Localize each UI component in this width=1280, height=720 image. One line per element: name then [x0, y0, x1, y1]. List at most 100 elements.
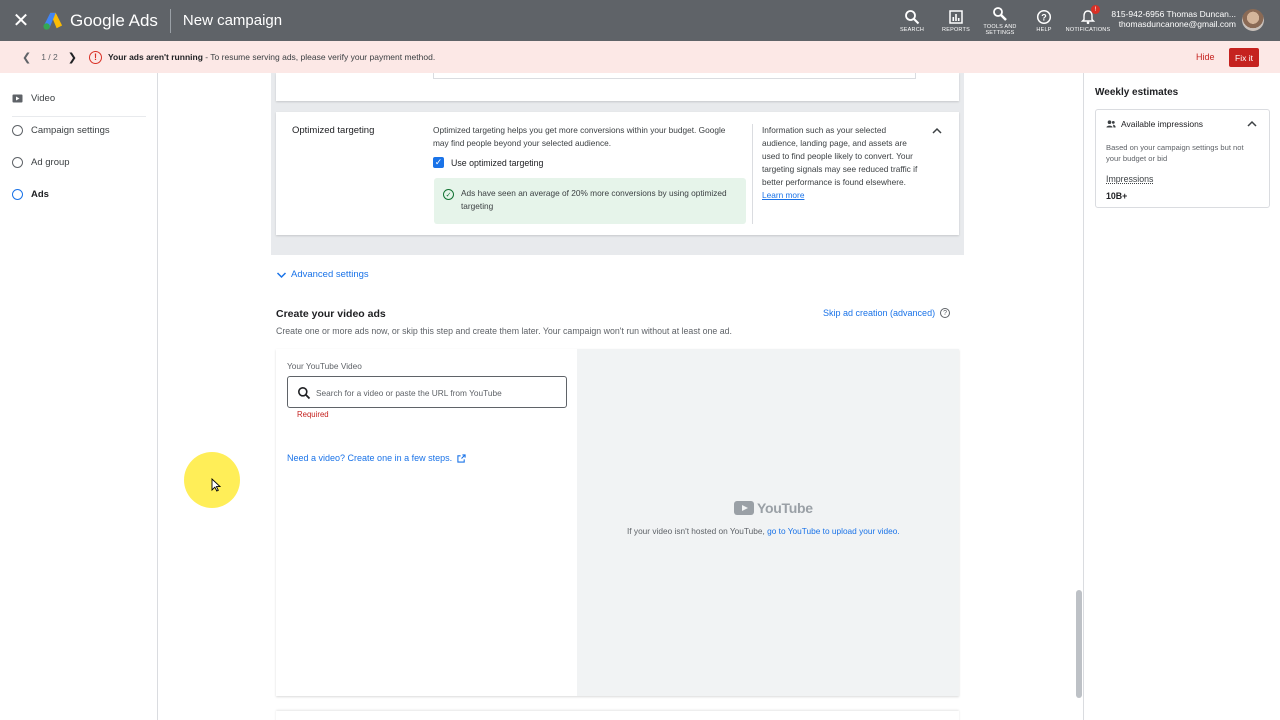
fix-it-button[interactable]: Fix it: [1229, 48, 1259, 67]
reports-button[interactable]: REPORTS: [934, 0, 978, 41]
skip-ad-creation-label: Skip ad creation (advanced): [823, 308, 936, 318]
nav-item-campaign-settings[interactable]: Campaign settings: [12, 125, 110, 136]
error-icon: !: [88, 50, 102, 64]
step-radio: [12, 125, 23, 136]
create-video-label: Need a video? Create one in a few steps.: [287, 453, 453, 463]
upload-to-youtube-link[interactable]: go to YouTube to upload your video.: [767, 526, 900, 536]
nav-item-ad-group[interactable]: Ad group: [12, 157, 70, 168]
tools-label: TOOLS AND SETTINGS: [983, 23, 1017, 36]
chevron-right-icon[interactable]: ❯: [68, 51, 77, 64]
main-scrollbar[interactable]: [1076, 590, 1082, 698]
avatar[interactable]: [1242, 9, 1264, 31]
header-divider: [169, 8, 171, 33]
header-actions: SEARCH REPORTS TOOLS AND SETTINGS ? HELP…: [890, 0, 1110, 41]
reports-label: REPORTS: [942, 26, 970, 33]
notifications-button[interactable]: ! NOTIFICATIONS: [1066, 0, 1110, 41]
cursor-icon: [211, 478, 221, 492]
optimized-targeting-checkbox[interactable]: ✓ Use optimized targeting: [433, 157, 543, 168]
alert-message: Your ads aren't running - To resume serv…: [108, 52, 435, 62]
learn-more-link[interactable]: Learn more: [762, 190, 804, 200]
impressions-label: Impressions: [1106, 174, 1154, 184]
optimized-targeting-card: Optimized targeting Optimized targeting …: [276, 112, 959, 235]
youtube-play-icon: [734, 501, 754, 515]
alert-bar: ❮ 1 / 2 ❯ ! Your ads aren't running - To…: [0, 41, 1280, 73]
required-error: Required: [297, 410, 329, 419]
top-header: ✕ Google Ads New campaign SEARCH REPORTS…: [0, 0, 1280, 41]
svg-text:?: ?: [1041, 12, 1047, 22]
left-nav: Video Campaign settings Ad group Ads: [0, 73, 158, 720]
brand-name: Google Ads: [70, 10, 158, 30]
checkmark-icon[interactable]: ✓: [433, 157, 444, 168]
available-impressions-card: Available impressions Based on your camp…: [1095, 109, 1270, 208]
create-video-ads-description: Create one or more ads now, or skip this…: [276, 326, 732, 336]
chevron-up-icon[interactable]: [931, 125, 943, 137]
hide-button[interactable]: Hide: [1196, 52, 1215, 62]
step-radio: [12, 157, 23, 168]
conversion-note-text: Ads have seen an average of 20% more con…: [461, 188, 727, 211]
youtube-upload-note-text: If your video isn't hosted on YouTube,: [627, 526, 768, 536]
estimates-panel: Weekly estimates Available impressions B…: [1083, 73, 1280, 720]
chevron-up-icon[interactable]: [1246, 119, 1258, 129]
nav-item-video[interactable]: Video: [12, 93, 55, 104]
alert-pager-count: 1 / 2: [41, 52, 58, 62]
create-video-link[interactable]: Need a video? Create one in a few steps.: [287, 453, 466, 463]
search-icon: [298, 387, 311, 400]
wrench-icon: [993, 6, 1007, 21]
info-divider: [752, 124, 753, 224]
search-label: SEARCH: [899, 26, 925, 33]
info-text: Information such as your selected audien…: [762, 125, 918, 187]
search-button[interactable]: SEARCH: [890, 0, 934, 41]
youtube-upload-note: If your video isn't hosted on YouTube, g…: [627, 526, 900, 536]
available-impressions-label: Available impressions: [1121, 119, 1204, 129]
youtube-video-search[interactable]: [287, 376, 567, 408]
alert-message-detail: - To resume serving ads, please verify y…: [202, 52, 436, 62]
next-card-edge: [276, 711, 959, 720]
notification-badge: !: [1091, 5, 1100, 14]
step-radio-active: [12, 189, 23, 200]
main-content: Optimized targeting Optimized targeting …: [158, 73, 1083, 720]
nav-item-label: Campaign settings: [31, 125, 110, 136]
youtube-video-search-input[interactable]: [316, 385, 556, 401]
available-impressions-header[interactable]: Available impressions: [1106, 119, 1203, 129]
account-email: thomasduncanone@gmail.com: [1118, 19, 1236, 29]
check-circle-icon: ✓: [443, 189, 454, 200]
checkbox-label: Use optimized targeting: [451, 157, 544, 168]
google-ads-logo-icon: [43, 12, 63, 30]
account-switcher[interactable]: 815-942-6956 Thomas Duncan... thomasdunc…: [1108, 9, 1236, 29]
youtube-video-label: Your YouTube Video: [287, 361, 362, 371]
google-ads-logo[interactable]: Google Ads: [42, 11, 158, 31]
create-video-ads-title: Create your video ads: [276, 308, 386, 320]
nav-divider: [12, 116, 146, 117]
youtube-logo-text: YouTube: [757, 500, 813, 516]
previous-setting-card: [276, 73, 959, 101]
weekly-estimates-title: Weekly estimates: [1095, 87, 1179, 98]
optimized-targeting-description: Optimized targeting helps you get more c…: [433, 125, 726, 148]
notifications-label: NOTIFICATIONS: [1065, 26, 1111, 33]
skip-ad-creation-link[interactable]: Skip ad creation (advanced) ?: [823, 308, 951, 318]
conversion-note: ✓ Ads have seen an average of 20% more c…: [434, 178, 746, 224]
tools-button[interactable]: TOOLS AND SETTINGS: [978, 0, 1022, 41]
help-button[interactable]: ? HELP: [1022, 0, 1066, 41]
previous-field-edge: [433, 73, 916, 79]
help-icon[interactable]: ?: [940, 308, 951, 318]
nav-item-label: Ads: [31, 189, 49, 200]
help-icon: ?: [1036, 9, 1052, 24]
impressions-value: 10B+: [1106, 191, 1128, 201]
nav-item-ads[interactable]: Ads: [12, 189, 49, 200]
close-icon[interactable]: ✕: [0, 0, 42, 41]
search-icon: [905, 9, 920, 24]
account-id-name: 815-942-6956 Thomas Duncan...: [1111, 9, 1236, 19]
nav-item-label: Ad group: [31, 157, 70, 168]
video-preview-panel: YouTube If your video isn't hosted on Yo…: [577, 349, 959, 696]
alert-pager: ❮ 1 / 2 ❯: [0, 51, 77, 64]
advanced-settings-toggle[interactable]: Advanced settings: [276, 269, 369, 280]
chevron-left-icon[interactable]: ❮: [22, 51, 31, 64]
youtube-logo: YouTube: [734, 500, 813, 516]
video-ad-form: Your YouTube Video Required Need a video…: [276, 349, 577, 696]
impressions-description: Based on your campaign settings but not …: [1106, 143, 1244, 163]
help-label: HELP: [1036, 26, 1052, 33]
chevron-down-icon: [276, 271, 287, 278]
video-ad-card: Your YouTube Video Required Need a video…: [276, 349, 959, 696]
optimized-targeting-title: Optimized targeting: [292, 125, 375, 136]
reports-icon: [949, 9, 963, 24]
